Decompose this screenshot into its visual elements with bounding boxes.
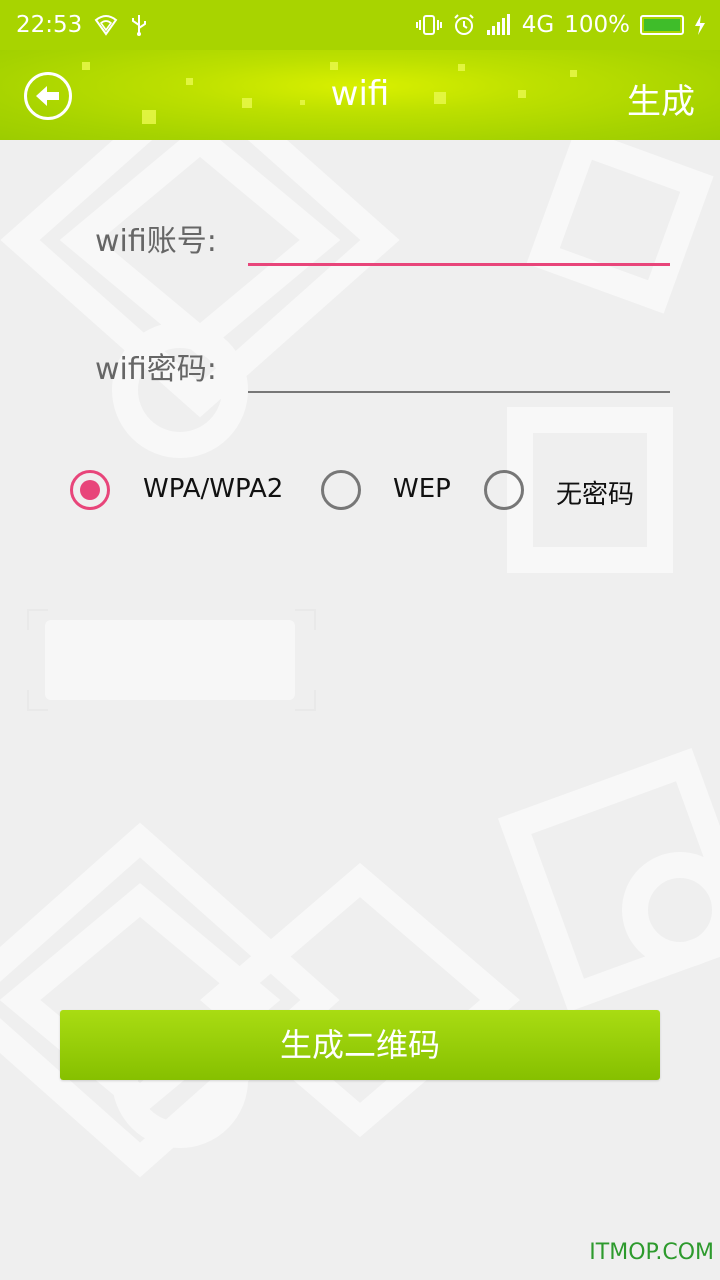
alarm-icon — [452, 13, 476, 37]
status-left: 22:53 — [16, 12, 148, 38]
account-label: wifi账号: — [95, 224, 217, 259]
charging-icon — [694, 14, 706, 36]
radio-label-wep[interactable]: WEP — [393, 474, 451, 504]
radio-no-password[interactable] — [484, 470, 524, 510]
status-bar: 22:53 4G 100% — [0, 0, 720, 50]
app-bar: wifi 生成 — [0, 50, 720, 140]
network-type: 4G — [521, 12, 555, 38]
battery-percent: 100% — [564, 12, 630, 38]
site-watermark: ITMOP.COM — [589, 1240, 714, 1265]
radio-wpa-wpa2[interactable] — [70, 470, 110, 510]
signal-icon — [486, 14, 512, 36]
vibrate-icon — [415, 14, 442, 36]
battery-icon — [640, 15, 684, 35]
wifi-hotspot-icon — [94, 14, 118, 36]
status-time: 22:53 — [16, 12, 83, 38]
wifi-password-input[interactable] — [248, 340, 670, 390]
page-title: wifi — [330, 74, 390, 114]
account-input-underline — [248, 263, 670, 266]
radio-label-no-password[interactable]: 无密码 — [556, 474, 634, 511]
security-type-radio-group: WPA/WPA2 WEP 无密码 — [0, 460, 720, 520]
password-label: wifi密码: — [95, 352, 217, 387]
password-input-underline — [248, 391, 670, 393]
generate-action-button[interactable]: 生成 — [627, 74, 695, 123]
usb-icon — [130, 13, 148, 37]
account-field-row: wifi账号: — [0, 202, 720, 282]
radio-wep[interactable] — [321, 470, 361, 510]
radio-label-wpa-wpa2[interactable]: WPA/WPA2 — [143, 474, 283, 504]
status-right: 4G 100% — [415, 12, 706, 38]
background-qr-watermark — [0, 140, 720, 1178]
password-field-row: wifi密码: — [0, 330, 720, 410]
generate-qr-button[interactable]: 生成二维码 — [60, 1010, 660, 1080]
wifi-account-input[interactable] — [248, 212, 670, 262]
